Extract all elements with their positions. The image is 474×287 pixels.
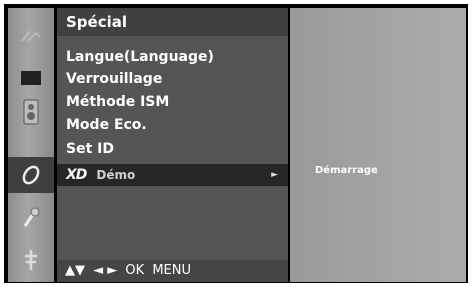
ok-hint: OK [125,263,145,278]
speaker-icon[interactable] [8,94,54,130]
submenu-panel: Démarrage [290,8,466,282]
menu-item-lock[interactable]: Verrouillage [57,68,288,90]
menu-item-demo-label: Démo [96,168,136,182]
picture-icon[interactable] [8,18,54,54]
menu-item-set-id[interactable]: Set ID [57,138,288,160]
submenu-arrow-icon: ► [271,170,278,180]
menu-item-language[interactable]: Langue(Language) [57,46,288,68]
updown-arrows-icon: ▲▼ [65,263,85,278]
time-icon[interactable] [8,157,54,193]
menu-title: Spécial [57,8,288,36]
xd-logo: XD [66,167,87,183]
menu-item-demo[interactable]: XD Démo ► [57,164,288,186]
option-icon[interactable] [8,200,54,236]
special-menu: Spécial Langue(Language) Verrouillage Mé… [57,8,288,282]
submenu-item-start[interactable]: Démarrage [315,165,378,176]
menu-item-ism[interactable]: Méthode ISM [57,91,288,113]
screen-icon[interactable] [8,60,54,96]
special-icon[interactable] [8,242,54,278]
menu-icon-bar [8,8,54,282]
menu-item-eco[interactable]: Mode Eco. [57,114,288,136]
leftright-arrows-icon: ◄ ► [93,263,118,278]
menu-hint: MENU [152,263,191,278]
nav-hint-bar: ▲▼ ◄ ► OK MENU [57,260,288,282]
